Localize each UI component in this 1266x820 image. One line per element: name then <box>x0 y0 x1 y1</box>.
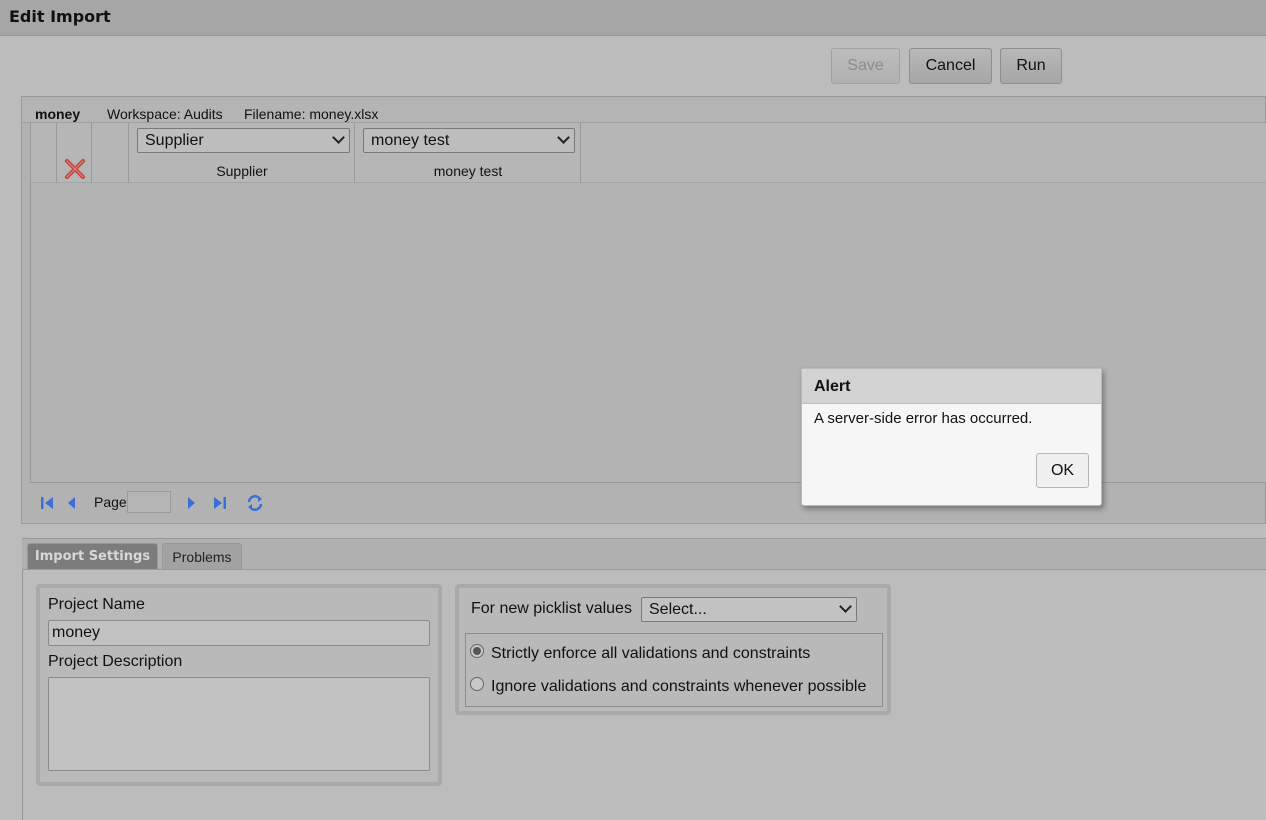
next-page-icon[interactable] <box>182 494 200 512</box>
first-page-icon[interactable] <box>38 494 56 512</box>
tab-import-settings[interactable]: Import Settings <box>27 543 158 569</box>
ok-button[interactable]: OK <box>1036 453 1089 488</box>
alert-message: A server-side error has occurred. <box>814 410 1033 427</box>
mapping-header-row: Supplier Supplier money test money test <box>31 123 1266 183</box>
alert-dialog: Alert A server-side error has occurred. … <box>801 368 1102 506</box>
refresh-icon[interactable] <box>245 493 265 513</box>
page-input[interactable] <box>127 491 171 513</box>
last-page-icon[interactable] <box>211 494 229 512</box>
project-name-input[interactable]: money <box>48 620 430 646</box>
chevron-down-icon <box>557 131 570 144</box>
validation-box: For new picklist values Select... Strict… <box>455 584 891 715</box>
column-2-caption: money test <box>433 163 503 179</box>
spacer-column <box>92 123 129 183</box>
picklist-select-value: Select... <box>649 601 707 618</box>
chevron-down-icon <box>839 600 852 613</box>
page-label: Page <box>94 494 127 510</box>
save-button[interactable]: Save <box>831 48 900 84</box>
previous-page-icon[interactable] <box>63 494 81 512</box>
import-name: money <box>35 106 81 122</box>
workspace-label: Workspace: Audits <box>107 106 223 122</box>
chevron-down-icon <box>332 131 345 144</box>
project-description-label: Project Description <box>48 653 183 670</box>
alert-header: Alert <box>802 369 1101 404</box>
mapping-header: money Workspace: Audits Filename: money.… <box>22 97 1265 123</box>
page-title: Edit Import <box>9 7 111 26</box>
tab-problems[interactable]: Problems <box>162 543 242 569</box>
project-name-label: Project Name <box>48 596 145 613</box>
column-1-caption: Supplier <box>216 163 268 179</box>
column-1-select[interactable]: Supplier <box>137 128 350 153</box>
title-bar: Edit Import <box>0 0 1266 36</box>
settings-tabbar: Import Settings Problems <box>22 538 1266 570</box>
picklist-label: For new picklist values <box>471 600 632 617</box>
column-1-select-value: Supplier <box>145 132 204 149</box>
strict-option-label[interactable]: Strictly enforce all validations and con… <box>491 645 810 663</box>
picklist-select[interactable]: Select... <box>641 597 857 622</box>
row-gutter-column <box>31 123 57 183</box>
import-settings-panel: Project Name money Project Description F… <box>22 570 1266 820</box>
ignore-option-label[interactable]: Ignore validations and constraints whene… <box>491 678 866 696</box>
alert-title: Alert <box>814 378 851 395</box>
ignore-radio[interactable] <box>470 677 484 691</box>
project-box: Project Name money Project Description <box>36 584 442 786</box>
column-2-select-value: money test <box>371 132 450 149</box>
delete-icon[interactable] <box>64 158 86 180</box>
column-2-select[interactable]: money test <box>363 128 575 153</box>
validation-options: Strictly enforce all validations and con… <box>465 633 883 707</box>
strict-radio[interactable] <box>470 644 484 658</box>
filename-label: Filename: money.xlsx <box>244 106 379 122</box>
project-description-input[interactable] <box>48 677 430 771</box>
run-button[interactable]: Run <box>1000 48 1062 84</box>
cancel-button[interactable]: Cancel <box>909 48 992 84</box>
